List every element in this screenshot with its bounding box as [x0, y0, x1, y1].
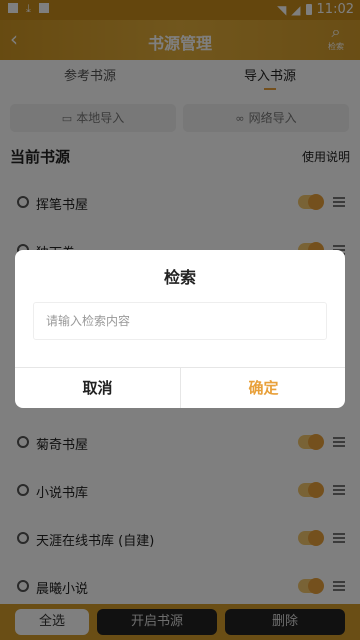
cancel-button[interactable]: 取消 [15, 368, 180, 408]
dialog-title: 检索 [163, 268, 196, 287]
confirm-button[interactable]: 确定 [181, 368, 345, 408]
search-input[interactable] [33, 302, 327, 340]
search-dialog: 检索 取消 确定 [15, 250, 345, 408]
